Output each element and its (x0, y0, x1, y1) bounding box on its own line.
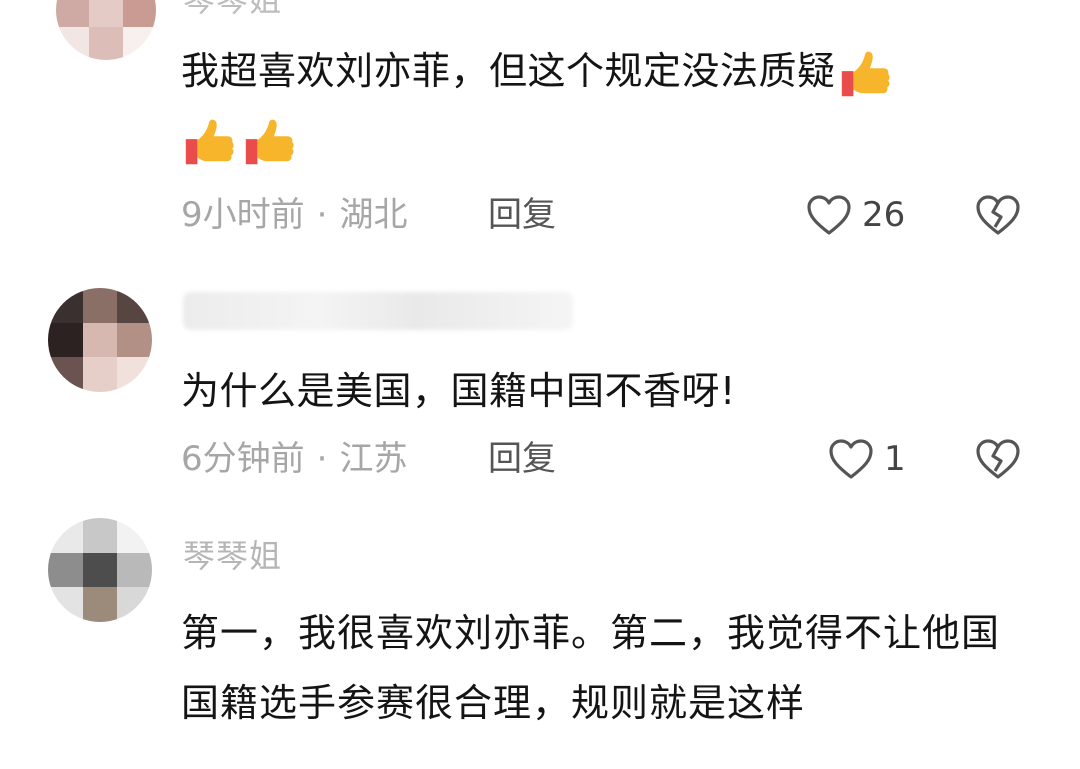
thumbs-up-icon (185, 119, 234, 165)
comment-text: 第一，我很喜欢刘亦菲。第二，我觉得不让他国国籍选手参赛很合理，规则就是这样 (181, 611, 1001, 725)
comment-username[interactable]: 琴琴姐 (183, 540, 282, 572)
like-button[interactable]: 1 (828, 438, 906, 480)
comment-text: 我超喜欢刘亦菲，但这个规定没法质疑 (181, 36, 1021, 106)
broken-heart-icon[interactable] (974, 194, 1022, 236)
comment-location: 湖北 (339, 195, 408, 235)
comment-location: 江苏 (339, 439, 408, 479)
comment-feed: 琴琴姐 我超喜欢刘亦菲，但这个规定没法质疑 9小时前 · 湖北 回复 26 为什么是… (0, 0, 1080, 769)
emoji-row (180, 114, 298, 170)
like-button[interactable]: 26 (806, 194, 905, 236)
meta-separator: · (316, 195, 328, 235)
broken-heart-icon[interactable] (974, 438, 1022, 480)
like-count: 1 (884, 439, 906, 479)
avatar[interactable] (48, 518, 152, 622)
comment-meta: 9小时前 · 湖北 (181, 198, 407, 232)
comment-username[interactable]: 琴琴姐 (183, 0, 282, 16)
comment-username[interactable] (183, 292, 573, 330)
thumbs-up-icon (841, 51, 890, 96)
comment-text-content: 我超喜欢刘亦菲，但这个规定没法质疑 (181, 49, 836, 93)
comment-time: 9小时前 (181, 195, 305, 235)
avatar[interactable] (48, 288, 152, 392)
avatar[interactable] (56, 0, 156, 60)
comment-meta: 6分钟前 · 江苏 (181, 442, 407, 476)
meta-separator: · (316, 439, 328, 479)
comment-text: 为什么是美国，国籍中国不香呀! (181, 369, 736, 413)
reply-button[interactable]: 回复 (488, 198, 556, 232)
comment-time: 6分钟前 (181, 439, 305, 479)
heart-icon (807, 195, 851, 235)
like-count: 26 (862, 195, 906, 235)
thumbs-up-icon (245, 119, 294, 165)
reply-button[interactable]: 回复 (488, 442, 556, 476)
heart-icon (829, 439, 873, 479)
